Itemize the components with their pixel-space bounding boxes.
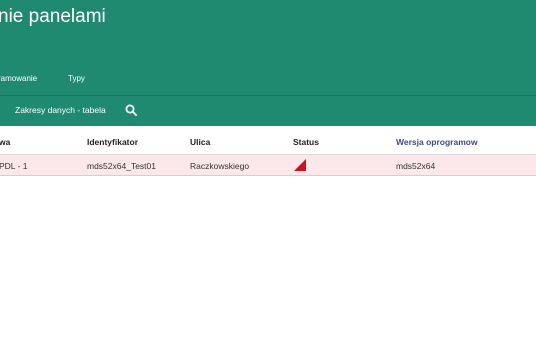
cell-name: PDL - 1	[0, 161, 28, 171]
table-header: wa Identyfikator Ulica Status Wersja opr…	[0, 126, 536, 155]
cell-identifier: mds52x64_Test01	[87, 161, 156, 171]
nav-item-typy[interactable]: Typy	[68, 74, 85, 83]
sub-toolbar: Zakresy danych - tabela	[0, 95, 536, 126]
column-header-identyfikator[interactable]: Identyfikator	[87, 137, 138, 147]
app-header: nie panelami ramowanie Typy	[0, 0, 536, 95]
table-row[interactable]: PDL - 1 mds52x64_Test01 Raczkowskiego md…	[0, 155, 536, 176]
nav-item-programowanie[interactable]: ramowanie	[0, 74, 37, 83]
cell-street: Raczkowskiego	[190, 161, 250, 171]
column-header-nazwa[interactable]: wa	[0, 137, 10, 147]
page-title: nie panelami	[0, 6, 106, 27]
red-triangle-flag-icon	[294, 159, 306, 171]
search-icon[interactable]	[125, 104, 137, 116]
section-label: Zakresy danych - tabela	[15, 105, 106, 115]
column-header-wersja[interactable]: Wersja oprogramow	[396, 137, 478, 147]
column-header-ulica[interactable]: Ulica	[190, 137, 210, 147]
cell-version: mds52x64	[396, 161, 436, 171]
column-header-status[interactable]: Status	[293, 137, 319, 147]
